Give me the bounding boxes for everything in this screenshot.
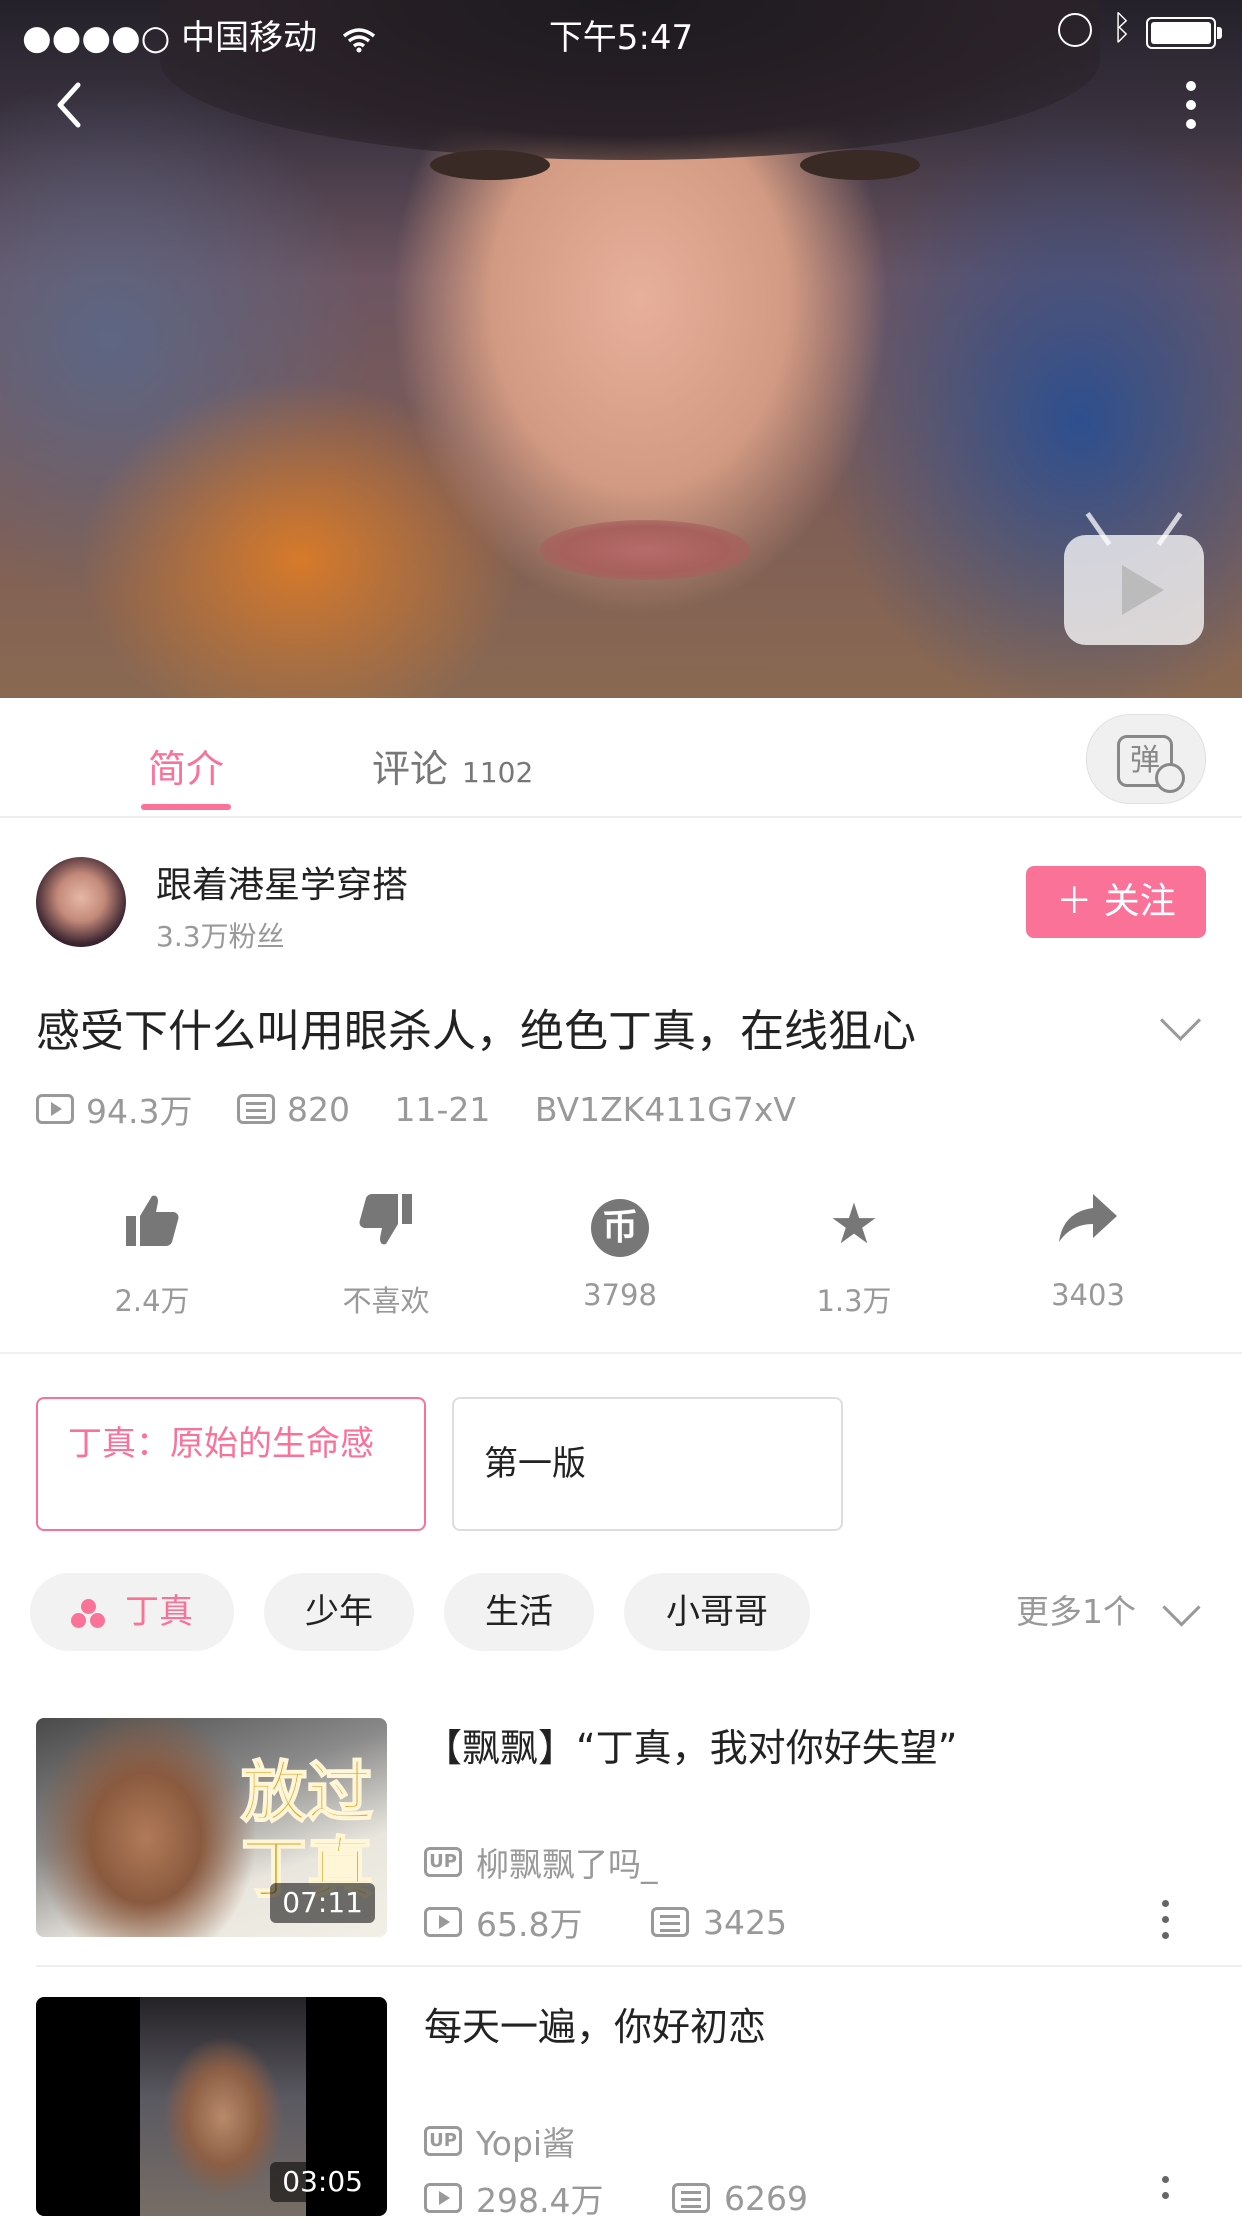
danmaku-toggle-button[interactable]: 弹 bbox=[1086, 714, 1206, 804]
favorite-button[interactable]: ★ 1.3万 bbox=[764, 1190, 944, 1320]
view-count: 94.3万 bbox=[86, 1092, 193, 1131]
follow-button[interactable]: ＋ 关注 bbox=[1026, 866, 1206, 938]
play-count-icon bbox=[424, 1907, 462, 1937]
related-video-title[interactable]: 每天一遍，你好初恋 bbox=[424, 1996, 766, 2051]
related-video-uploader[interactable]: UP 柳飘飘了吗_ bbox=[424, 1838, 658, 1886]
thumbs-up-icon bbox=[62, 1190, 242, 1260]
status-bar: ●●●●○ 中国移动 下午5:47 ᛒ bbox=[0, 0, 1242, 60]
battery-icon bbox=[1146, 17, 1222, 49]
comments-count: 1102 bbox=[462, 756, 534, 789]
clock: 下午5:47 bbox=[548, 18, 694, 58]
uploader-avatar[interactable] bbox=[36, 857, 126, 947]
tag-chip-shaonian[interactable]: 少年 bbox=[264, 1573, 414, 1651]
danmaku-count: 3425 bbox=[702, 1902, 787, 1942]
video-frame-eye-right bbox=[800, 150, 920, 180]
danmaku-off-icon bbox=[1155, 763, 1185, 793]
danmaku-count-icon bbox=[650, 1907, 689, 1937]
uploader-name: 柳飘飘了吗_ bbox=[476, 1845, 658, 1884]
dislike-label: 不喜欢 bbox=[342, 1284, 430, 1318]
share-count: 3403 bbox=[1051, 1278, 1125, 1312]
chevron-down-icon[interactable] bbox=[1159, 999, 1202, 1042]
tag-chip-xiaogege[interactable]: 小哥哥 bbox=[624, 1573, 810, 1651]
video-duration: 03:05 bbox=[270, 2162, 375, 2202]
view-count: 65.8万 bbox=[476, 1905, 583, 1944]
tv-play-icon[interactable] bbox=[1064, 512, 1204, 645]
play-count-icon bbox=[424, 2183, 462, 2213]
tab-bar: 简介 评论 1102 弹 bbox=[0, 698, 1242, 818]
publish-date: 11-21 bbox=[394, 1089, 491, 1129]
video-duration: 07:11 bbox=[270, 1883, 375, 1923]
related-video-uploader[interactable]: UP Yopi酱 bbox=[424, 2117, 575, 2165]
dislike-button[interactable]: 不喜欢 bbox=[296, 1190, 476, 1320]
topic-card-primary[interactable]: 丁真：原始的生命感 bbox=[36, 1397, 426, 1531]
more-tags-button[interactable]: 更多1个 bbox=[1016, 1573, 1136, 1651]
tag-chip-label: 丁真 bbox=[125, 1592, 193, 1632]
star-icon: ★ bbox=[828, 1192, 880, 1257]
danmaku-count-icon bbox=[671, 2183, 710, 2213]
tag-chip-shenghuo[interactable]: 生活 bbox=[444, 1573, 594, 1651]
share-icon bbox=[998, 1190, 1178, 1260]
danmaku-count: 820 bbox=[286, 1089, 350, 1129]
related-video-thumbnail[interactable]: 放过 丁真 07:11 bbox=[36, 1718, 387, 1937]
related-video-stats: 65.8万 3425 bbox=[424, 1898, 845, 1946]
related-video-thumbnail[interactable]: 03:05 bbox=[36, 1997, 387, 2216]
danmaku-count: 6269 bbox=[723, 2178, 808, 2218]
divider bbox=[36, 1965, 1242, 1967]
bluetooth-icon: ᛒ bbox=[1111, 8, 1132, 48]
action-bar: 2.4万 不喜欢 币 3798 ★ 1.3万 3403 bbox=[0, 1190, 1242, 1340]
related-video-stats: 298.4万 6269 bbox=[424, 2174, 866, 2222]
tab-active-indicator bbox=[141, 804, 231, 810]
coin-count: 3798 bbox=[583, 1278, 657, 1312]
thumbs-down-icon bbox=[296, 1190, 476, 1260]
play-count-icon bbox=[36, 1094, 74, 1124]
chevron-down-icon[interactable] bbox=[1162, 1588, 1201, 1627]
tab-comments-label: 评论 bbox=[372, 747, 449, 791]
coin-icon: 币 bbox=[591, 1198, 649, 1257]
uploader-name[interactable]: 跟着港星学穿搭 bbox=[156, 856, 408, 908]
tag-hot-icon bbox=[71, 1598, 107, 1629]
rotation-lock-icon bbox=[1058, 13, 1092, 47]
topic-card-secondary[interactable]: 第一版 bbox=[452, 1397, 843, 1531]
like-button[interactable]: 2.4万 bbox=[62, 1190, 242, 1320]
video-frame-mouth bbox=[540, 520, 750, 580]
uploader-fans: 3.3万粉丝 bbox=[156, 920, 285, 953]
favorite-count: 1.3万 bbox=[816, 1284, 892, 1318]
related-video-title[interactable]: 【飘飘】“丁真，我对你好失望” bbox=[424, 1717, 957, 1772]
uploader-name: Yopi酱 bbox=[476, 2124, 576, 2163]
back-arrow-icon[interactable] bbox=[40, 75, 100, 135]
more-vertical-icon[interactable] bbox=[1160, 2172, 1172, 2206]
more-vertical-icon[interactable] bbox=[1160, 1896, 1172, 1946]
tag-chip-dingzhen[interactable]: 丁真 bbox=[30, 1573, 234, 1651]
video-player[interactable]: ●●●●○ 中国移动 下午5:47 ᛒ bbox=[0, 0, 1242, 698]
up-badge-icon: UP bbox=[424, 1847, 462, 1877]
coin-button[interactable]: 币 3798 bbox=[530, 1190, 710, 1312]
bvid: BV1ZK411G7xV bbox=[534, 1089, 796, 1129]
up-badge-icon: UP bbox=[424, 2126, 462, 2156]
tab-comments[interactable]: 评论 1102 bbox=[372, 738, 533, 793]
video-frame-eye-left bbox=[430, 150, 550, 180]
view-count: 298.4万 bbox=[476, 2181, 604, 2220]
like-count: 2.4万 bbox=[114, 1284, 190, 1318]
video-meta: 94.3万 820 11-21 BV1ZK411G7xV bbox=[36, 1085, 830, 1131]
tab-intro[interactable]: 简介 bbox=[148, 738, 224, 793]
more-vertical-icon[interactable] bbox=[1172, 75, 1212, 135]
divider bbox=[0, 1352, 1242, 1354]
danmaku-count-icon bbox=[236, 1094, 275, 1124]
share-button[interactable]: 3403 bbox=[998, 1190, 1178, 1312]
video-title: 感受下什么叫用眼杀人，绝色丁真，在线狙心 bbox=[36, 1006, 916, 1057]
